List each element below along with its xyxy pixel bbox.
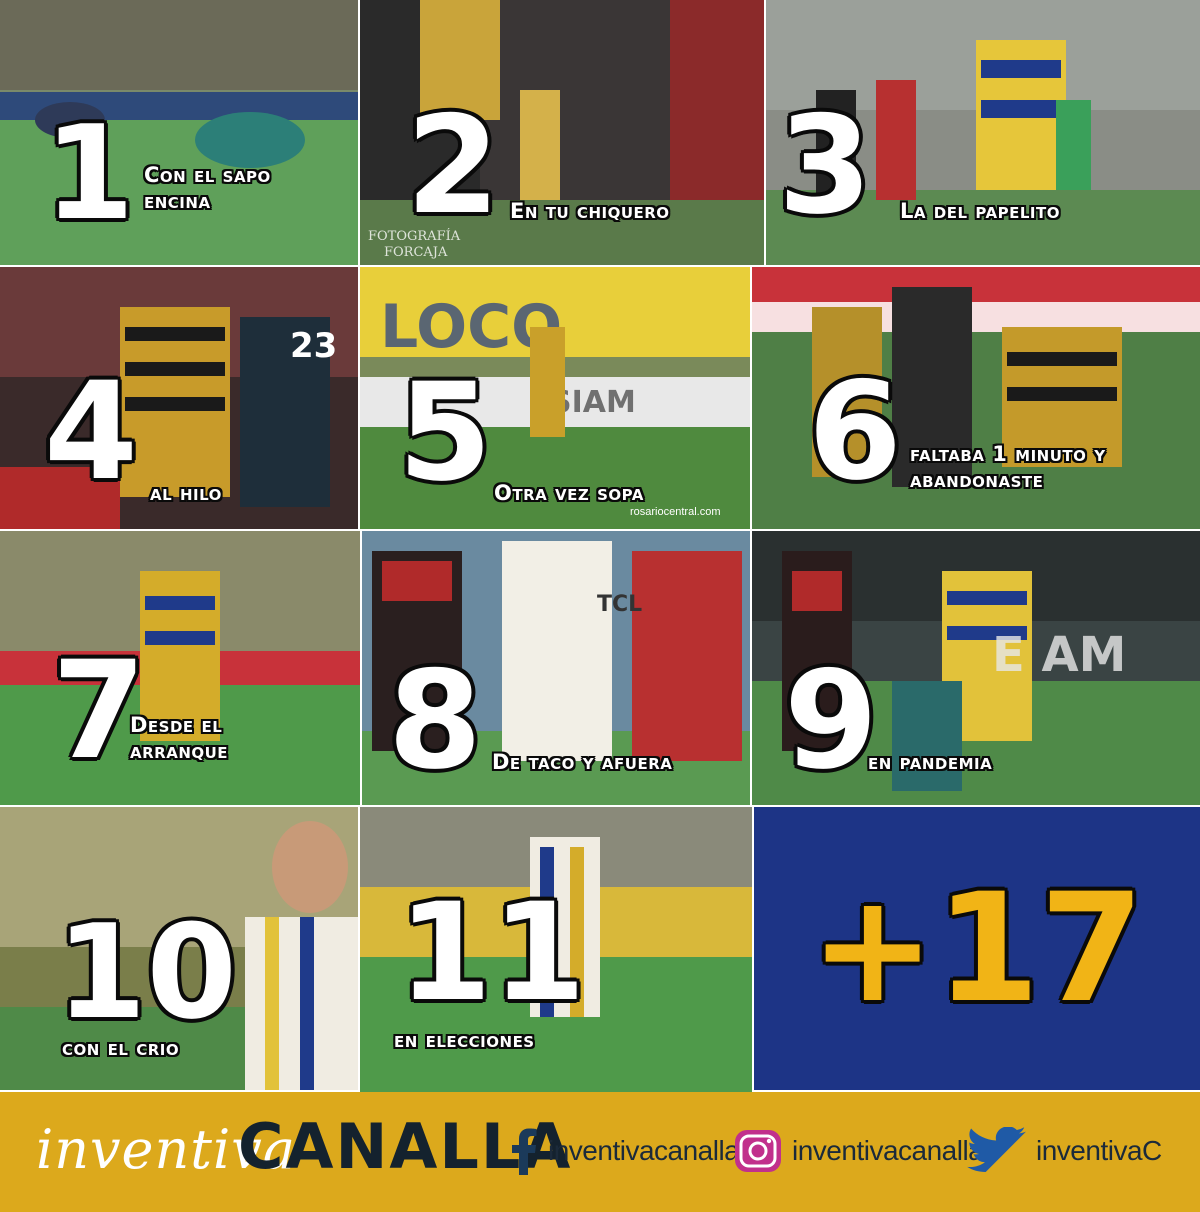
goal-tile-3: 3 La del papelito bbox=[766, 0, 1200, 265]
goal-number-6: 6 bbox=[808, 353, 902, 510]
goal-number-9: 9 bbox=[784, 642, 878, 799]
goal-caption-3: La del papelito bbox=[900, 199, 1060, 223]
goal-tile-2: FOTOGRAFÍA FORCAJA 2 En tu chiquero bbox=[360, 0, 764, 265]
goal-caption-11: en elecciones bbox=[394, 1028, 535, 1052]
goal-tile-6: 6 faltaba 1 minuto y abandonaste bbox=[752, 267, 1200, 529]
goal-number-5: 5 bbox=[398, 354, 492, 511]
goal-number-3: 3 bbox=[778, 87, 872, 244]
goal-tile-7: 7 Desde el arranque bbox=[0, 531, 360, 805]
goal-caption-8: De taco y afuera bbox=[492, 750, 673, 774]
goal-number-10: 10 bbox=[56, 896, 237, 1048]
goal-number-8: 8 bbox=[388, 642, 482, 799]
goal-tile-1: 1 Con el sapo encina bbox=[0, 0, 358, 265]
instagram-icon bbox=[735, 1130, 781, 1172]
instagram-link[interactable]: inventivacanalla bbox=[732, 1127, 984, 1175]
goal-tile-8: TCL 8 De taco y afuera bbox=[362, 531, 750, 805]
twitter-icon bbox=[967, 1127, 1026, 1172]
goal-tile-4: 23 4 al hilo bbox=[0, 267, 358, 529]
goal-caption-7: Desde el arranque bbox=[130, 713, 229, 764]
goal-number-11: 11 bbox=[398, 874, 586, 1031]
svg-text:23: 23 bbox=[290, 326, 337, 366]
footer-bar: inventiva CANALLA inventivacanalla inven… bbox=[0, 1092, 1200, 1212]
goal-tile-10: 10 con el crio bbox=[0, 807, 358, 1090]
facebook-handle: inventivacanalla bbox=[548, 1135, 740, 1166]
twitter-handle: inventivaC bbox=[1036, 1135, 1162, 1166]
twitter-link[interactable]: inventivaC bbox=[964, 1127, 1162, 1175]
goal-number-1: 1 bbox=[44, 97, 135, 249]
photo-watermark-5: rosariocentral.com bbox=[630, 506, 720, 518]
goal-tile-9: E AM 9 en pandemia bbox=[752, 531, 1200, 805]
goal-tile-11: 11 en elecciones bbox=[360, 807, 752, 1097]
goal-number-4: 4 bbox=[44, 353, 138, 510]
goal-caption-9: en pandemia bbox=[868, 750, 993, 774]
goal-caption-6: faltaba 1 minuto y abandonaste bbox=[910, 442, 1106, 493]
goal-caption-4: al hilo bbox=[150, 481, 222, 505]
instagram-handle: inventivacanalla bbox=[792, 1135, 984, 1166]
svg-text:FORCAJA: FORCAJA bbox=[384, 245, 448, 260]
total-badge-tile: +17 bbox=[754, 807, 1200, 1090]
facebook-icon bbox=[512, 1128, 537, 1175]
svg-text:E AM: E AM bbox=[992, 627, 1126, 683]
goal-tile-5: LOCO SIAM rosariocentral.com 5 Otra vez … bbox=[360, 267, 750, 529]
goal-number-2: 2 bbox=[406, 87, 500, 244]
total-goals-badge: +17 bbox=[809, 861, 1145, 1036]
goal-caption-10: con el crio bbox=[62, 1036, 180, 1060]
goal-caption-5: Otra vez sopa bbox=[494, 481, 644, 505]
facebook-link[interactable]: inventivacanalla bbox=[508, 1127, 740, 1175]
goal-caption-2: En tu chiquero bbox=[510, 199, 670, 223]
svg-text:TCL: TCL bbox=[597, 592, 642, 617]
goal-caption-1: Con el sapo encina bbox=[144, 163, 271, 214]
